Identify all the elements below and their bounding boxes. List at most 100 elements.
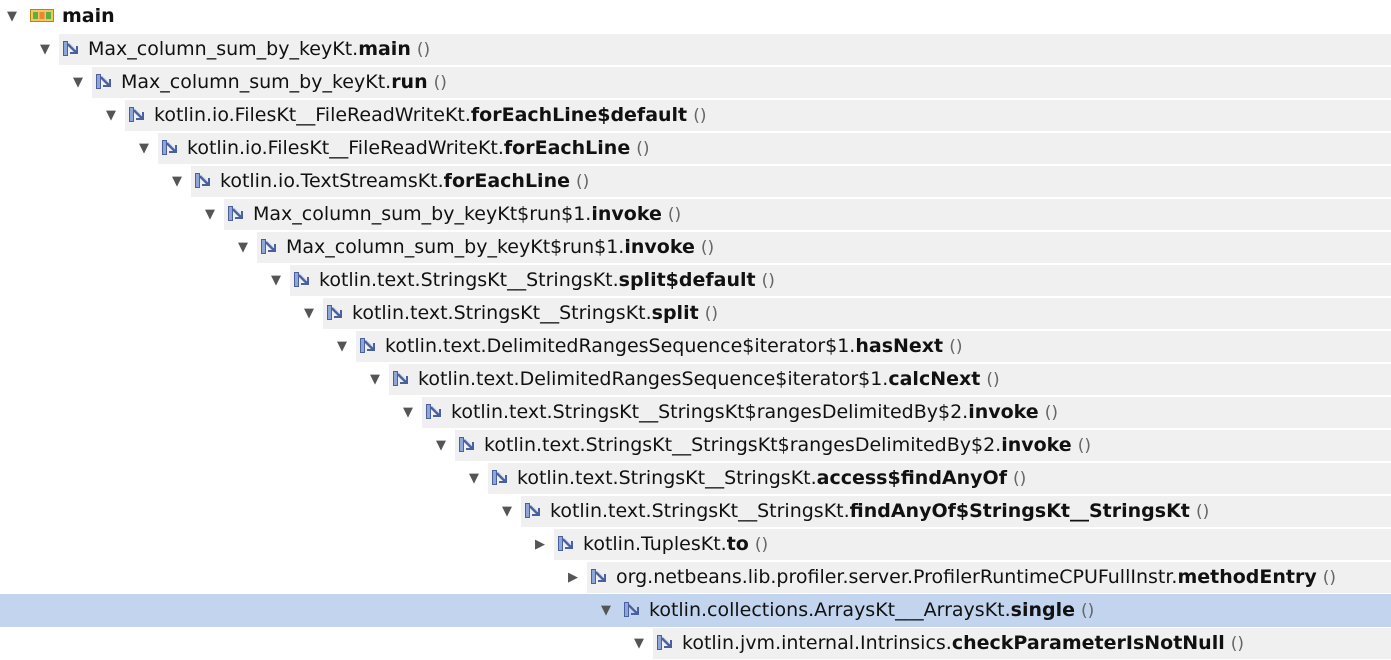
tree-row[interactable]: ▼ Max_column_sum_by_keyKt$run$1.invoke () <box>0 198 1391 231</box>
collapse-toggle-icon[interactable]: ▼ <box>499 495 515 528</box>
method-call-icon <box>129 106 146 123</box>
method-name: invoke <box>624 236 695 258</box>
tree-row[interactable]: ▶ kotlin.TuplesKt.to () <box>0 528 1391 561</box>
class-name: kotlin.io.FilesKt__FileReadWriteKt. <box>187 137 504 159</box>
class-name: kotlin.text.StringsKt__StringsKt. <box>550 500 850 522</box>
class-name: kotlin.text.StringsKt__StringsKt$rangesD… <box>484 434 1002 456</box>
method-args: () <box>1013 469 1027 489</box>
expand-toggle-icon[interactable]: ▼ <box>4 0 20 33</box>
method-args: () <box>693 106 707 126</box>
tree-row[interactable]: ▼ kotlin.text.StringsKt__StringsKt.split$… <box>0 264 1391 297</box>
tree-node-label[interactable]: Max_column_sum_by_keyKt$run$1.invoke () <box>261 231 714 264</box>
tree-node-label[interactable]: kotlin.collections.ArraysKt___ArraysKt.s… <box>624 594 1094 627</box>
class-name: kotlin.text.StringsKt__StringsKt$rangesD… <box>451 401 969 423</box>
tree-row[interactable]: ▼ kotlin.text.DelimitedRangesSequence$ite… <box>0 330 1391 363</box>
tree-node-label[interactable]: Max_column_sum_by_keyKt.main () <box>63 33 430 66</box>
method-args: () <box>700 238 715 258</box>
method-call-icon <box>228 205 245 222</box>
method-name: run <box>391 71 428 93</box>
tree-node-label[interactable]: org.netbeans.lib.profiler.server.Profile… <box>591 561 1336 594</box>
collapse-toggle-icon[interactable]: ▼ <box>367 363 383 396</box>
collapse-toggle-icon[interactable]: ▼ <box>433 429 449 462</box>
class-name: kotlin.jvm.internal.Intrinsics. <box>682 632 952 654</box>
tree-node-label[interactable]: kotlin.text.StringsKt__StringsKt.access$… <box>492 462 1026 495</box>
tree-node-label[interactable]: Max_column_sum_by_keyKt.run () <box>96 66 447 99</box>
class-name: kotlin.TuplesKt. <box>583 533 727 555</box>
class-name: kotlin.text.StringsKt__StringsKt. <box>319 269 619 291</box>
method-call-icon <box>327 304 344 321</box>
method-call-icon <box>591 568 608 585</box>
class-name: org.netbeans.lib.profiler.server.Profile… <box>616 566 1178 588</box>
tree-row[interactable]: ▼ kotlin.jvm.internal.Intrinsics.checkPar… <box>0 627 1391 660</box>
tree-row[interactable]: ▼ kotlin.collections.ArraysKt___ArraysKt.… <box>0 594 1391 627</box>
tree-row[interactable]: ▼ kotlin.text.StringsKt__StringsKt.findAn… <box>0 495 1391 528</box>
method-name: checkParameterIsNotNull <box>951 632 1225 654</box>
method-name: to <box>726 533 749 555</box>
method-name: forEachLine$default <box>470 104 688 126</box>
collapse-toggle-icon[interactable]: ▼ <box>103 99 119 132</box>
collapse-toggle-icon[interactable]: ▼ <box>202 198 218 231</box>
collapse-toggle-icon[interactable]: ▼ <box>598 594 614 627</box>
tree-node-label[interactable]: kotlin.io.FilesKt__FileReadWriteKt.forEa… <box>162 132 650 165</box>
tree-node-label[interactable]: kotlin.jvm.internal.Intrinsics.checkPara… <box>657 627 1244 660</box>
class-name: kotlin.text.DelimitedRangesSequence$iter… <box>418 368 889 390</box>
tree-node-label[interactable]: kotlin.text.StringsKt__StringsKt$rangesD… <box>426 396 1058 429</box>
tree-node-label[interactable]: kotlin.text.StringsKt__StringsKt.findAny… <box>525 495 1209 528</box>
tree-row[interactable]: ▼ kotlin.io.FilesKt__FileReadWriteKt.forE… <box>0 132 1391 165</box>
tree-node-label[interactable]: kotlin.io.FilesKt__FileReadWriteKt.forEa… <box>129 99 706 132</box>
tree-row[interactable]: ▼ kotlin.text.DelimitedRangesSequence$ite… <box>0 363 1391 396</box>
tree-row[interactable]: ▼ Max_column_sum_by_keyKt.main () <box>0 33 1391 66</box>
expand-toggle-icon[interactable]: ▶ <box>532 528 548 561</box>
method-name: invoke <box>591 203 662 225</box>
tree-row[interactable]: ▼ Max_column_sum_by_keyKt$run$1.invoke () <box>0 231 1391 264</box>
collapse-toggle-icon[interactable]: ▼ <box>70 66 86 99</box>
method-name: calcNext <box>888 368 981 390</box>
method-name: main <box>358 38 411 60</box>
class-name: Max_column_sum_by_keyKt. <box>121 71 392 93</box>
tree-row[interactable]: ▼ kotlin.io.TextStreamsKt.forEachLine () <box>0 165 1391 198</box>
collapse-toggle-icon[interactable]: ▼ <box>169 165 185 198</box>
method-call-icon <box>624 601 641 618</box>
expand-toggle-icon[interactable]: ▶ <box>565 561 581 594</box>
tree-row[interactable]: ▼ kotlin.text.StringsKt__StringsKt.access… <box>0 462 1391 495</box>
method-call-icon <box>492 469 509 486</box>
tree-node-label[interactable]: kotlin.text.DelimitedRangesSequence$iter… <box>393 363 1000 396</box>
class-name: Max_column_sum_by_keyKt$run$1. <box>253 203 592 225</box>
method-call-icon <box>195 172 212 189</box>
tree-row[interactable]: ▼ Max_column_sum_by_keyKt.run () <box>0 66 1391 99</box>
collapse-toggle-icon[interactable]: ▼ <box>268 264 284 297</box>
tree-row[interactable]: ▼ kotlin.text.StringsKt__StringsKt$ranges… <box>0 396 1391 429</box>
method-name: forEachLine <box>503 137 631 159</box>
collapse-toggle-icon[interactable]: ▼ <box>235 231 251 264</box>
method-args: () <box>636 139 650 159</box>
class-name: kotlin.collections.ArraysKt___ArraysKt. <box>649 599 1011 621</box>
collapse-toggle-icon[interactable]: ▼ <box>37 33 53 66</box>
collapse-toggle-icon[interactable]: ▼ <box>466 462 482 495</box>
tree-row-root[interactable]: ▼ main <box>0 0 1391 33</box>
tree-node-label[interactable]: kotlin.TuplesKt.to () <box>558 528 768 561</box>
tree-node-root[interactable]: main <box>30 0 115 33</box>
method-name: split$default <box>618 269 756 291</box>
collapse-toggle-icon[interactable]: ▼ <box>136 132 152 165</box>
tree-node-label[interactable]: kotlin.text.StringsKt__StringsKt.split$d… <box>294 264 775 297</box>
collapse-toggle-icon[interactable]: ▼ <box>334 330 350 363</box>
tree-node-label[interactable]: kotlin.io.TextStreamsKt.forEachLine () <box>195 165 589 198</box>
thread-label: main <box>62 5 115 27</box>
method-args: () <box>433 73 447 93</box>
class-name: Max_column_sum_by_keyKt. <box>88 38 359 60</box>
tree-row[interactable]: ▼ kotlin.io.FilesKt__FileReadWriteKt.forE… <box>0 99 1391 132</box>
tree-node-label[interactable]: kotlin.text.StringsKt__StringsKt.split (… <box>327 297 718 330</box>
tree-node-label[interactable]: kotlin.text.StringsKt__StringsKt$rangesD… <box>459 429 1091 462</box>
tree-node-label[interactable]: Max_column_sum_by_keyKt$run$1.invoke () <box>228 198 681 231</box>
method-args: () <box>986 370 1000 390</box>
collapse-toggle-icon[interactable]: ▼ <box>631 627 647 660</box>
method-name: invoke <box>968 401 1039 423</box>
class-name: kotlin.io.TextStreamsKt. <box>220 170 444 192</box>
tree-row[interactable]: ▼ kotlin.text.StringsKt__StringsKt$ranges… <box>0 429 1391 462</box>
collapse-toggle-icon[interactable]: ▼ <box>400 396 416 429</box>
tree-node-label[interactable]: kotlin.text.DelimitedRangesSequence$iter… <box>360 330 962 363</box>
tree-row[interactable]: ▼ kotlin.text.StringsKt__StringsKt.split … <box>0 297 1391 330</box>
collapse-toggle-icon[interactable]: ▼ <box>301 297 317 330</box>
tree-row[interactable]: ▶ org.netbeans.lib.profiler.server.Profil… <box>0 561 1391 594</box>
method-args: () <box>416 40 431 60</box>
